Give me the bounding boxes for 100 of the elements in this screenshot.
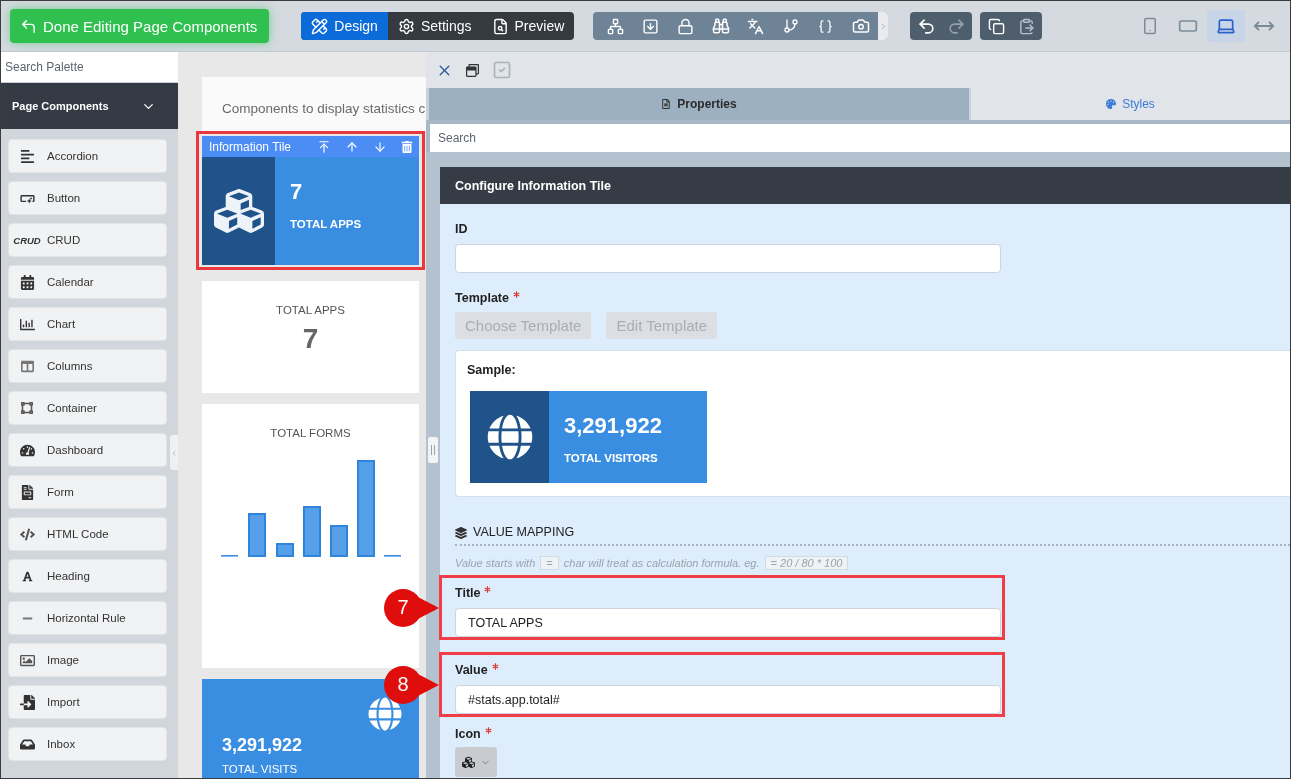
mode-tab[interactable]: Preview (481, 12, 575, 40)
item-label: Columns (47, 360, 93, 372)
palette-item[interactable]: Accordion (8, 139, 167, 173)
card-header: Configure Information Tile (440, 167, 1290, 204)
copy-icon[interactable] (987, 17, 1005, 35)
globe-icon (368, 697, 402, 731)
return-arrow-icon (20, 17, 37, 35)
pencil-ruler-icon (311, 17, 329, 35)
paste-icon[interactable] (1017, 17, 1035, 35)
mode-tab[interactable]: Design (301, 12, 388, 40)
file-import-icon (19, 694, 35, 710)
palette-search-field[interactable]: Search Palette (1, 52, 178, 83)
palette-item[interactable]: Chart (8, 307, 167, 341)
label-text: ID (455, 222, 468, 237)
hint-text: Value starts with = char will treat as calculation formula. eg. = 20 / 80 * 100 (455, 554, 851, 572)
item-label: Inbox (47, 738, 76, 750)
palette-item[interactable]: Form (8, 475, 167, 509)
undo-icon[interactable] (916, 16, 936, 36)
tile-title: TOTAL APPS (290, 217, 363, 231)
bar-chart-icon (19, 316, 35, 332)
trash-icon[interactable] (401, 140, 413, 153)
mode-tab[interactable]: Settings (387, 12, 482, 40)
sitemap-icon[interactable] (607, 17, 625, 35)
resize-handle[interactable] (428, 437, 438, 463)
palette-item[interactable]: Dashboard (8, 433, 167, 467)
image-icon (19, 652, 35, 668)
window-icon[interactable] (466, 63, 479, 77)
icon-dropdown[interactable] (455, 747, 497, 777)
palette-item[interactable]: Heading (8, 559, 167, 593)
camera-icon[interactable] (851, 17, 870, 35)
palette-item[interactable]: Horizontal Rule (8, 601, 167, 635)
item-label: CRUD (47, 234, 81, 246)
gauge-icon (19, 442, 35, 458)
branch-icon[interactable] (782, 18, 799, 34)
palette-item[interactable]: Image (8, 643, 167, 677)
item-label: Horizontal Rule (47, 612, 126, 624)
chart-bar (303, 506, 321, 557)
grip-icon (431, 445, 435, 455)
device-view-button[interactable] (1207, 10, 1245, 42)
item-label: Accordion (47, 150, 99, 162)
lock-icon[interactable] (677, 17, 695, 35)
palette-section-header[interactable]: Page Components (1, 83, 178, 129)
item-label: Container (47, 402, 97, 414)
document-icon (19, 484, 35, 500)
card-value: 7 (302, 323, 319, 355)
translate-icon[interactable] (747, 17, 765, 35)
tile-value: 7 (290, 179, 304, 205)
panel-tab[interactable]: Properties (429, 88, 969, 120)
binoculars-icon[interactable] (711, 17, 730, 35)
palette-icon (1106, 99, 1117, 109)
label-text: Value (455, 663, 488, 678)
cubes-icon (213, 186, 264, 236)
sample-label: Sample: (467, 363, 516, 378)
palette-item[interactable]: HTML Code (8, 517, 167, 551)
chart-bar (248, 513, 266, 557)
item-label: Heading (47, 570, 90, 582)
tile-value: 3,291,922 (564, 413, 663, 439)
palette-item[interactable]: Inbox (8, 727, 167, 761)
calendar-icon (19, 274, 35, 290)
section-heading: VALUE MAPPING (473, 525, 575, 540)
tile-title: TOTAL VISITORS (564, 451, 659, 465)
panel-search-field[interactable]: Search (430, 124, 1290, 152)
item-label: HTML Code (47, 528, 109, 540)
code-icon (19, 526, 35, 542)
text-input-field[interactable]: TOTAL APPS (455, 608, 1001, 637)
card-value: 3,291,922 (222, 735, 304, 755)
chevron-left-icon (170, 448, 178, 457)
palette-item[interactable]: Columns (8, 349, 167, 383)
item-label: Form (47, 486, 74, 498)
section-title: Page Components (12, 100, 109, 112)
braces-icon[interactable] (818, 18, 834, 34)
text-input-field[interactable]: #stats.app.total# (455, 685, 1001, 714)
phone-icon (1141, 17, 1159, 35)
laptop-icon (1216, 16, 1236, 36)
tile-label: Information Tile (209, 139, 292, 154)
item-label: Image (47, 654, 79, 666)
arrow-up-icon[interactable] (345, 139, 359, 154)
palette-item[interactable]: Container (8, 391, 167, 425)
globe-icon (486, 414, 533, 460)
collapse-handle[interactable] (170, 435, 178, 470)
download-box-icon[interactable] (642, 17, 660, 35)
arrow-down-icon[interactable] (373, 139, 387, 154)
card-title: TOTAL FORMS (270, 426, 351, 440)
card-title: TOTAL VISITS (222, 762, 299, 776)
move-top-icon[interactable] (317, 139, 331, 154)
label-text: Template (455, 291, 509, 306)
gear-icon (397, 17, 415, 35)
palette-item[interactable]: CRUD CRUD (8, 223, 167, 257)
item-label: Dashboard (47, 444, 104, 456)
item-label: Import (47, 696, 80, 708)
font-icon (21, 570, 33, 582)
cubes-icon (461, 755, 475, 769)
palette-item[interactable]: Import (8, 685, 167, 719)
chart-bar (330, 525, 348, 557)
palette-item[interactable]: Button (8, 181, 167, 215)
palette-item[interactable]: Calendar (8, 265, 167, 299)
label-text: Icon (455, 727, 481, 742)
description-text: Components to display statistics c (222, 101, 426, 116)
id-input-field[interactable] (455, 244, 1001, 273)
item-label: Calendar (47, 276, 94, 288)
